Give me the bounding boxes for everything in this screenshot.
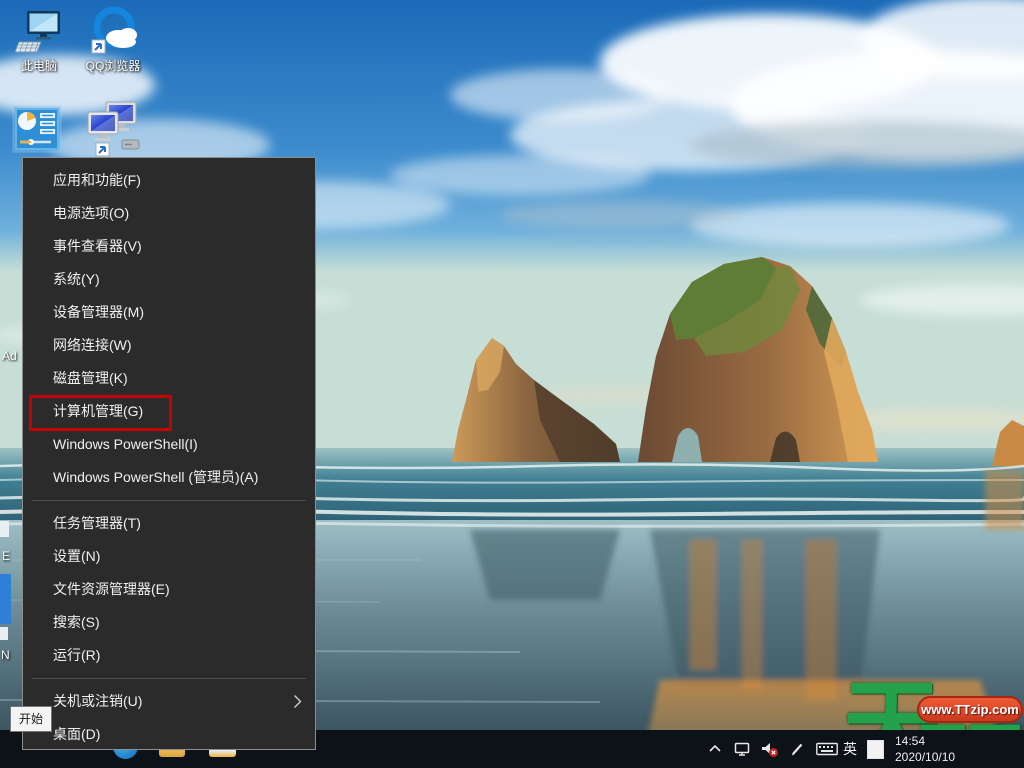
menu-item-device-manager[interactable]: 设备管理器(M) [23,296,315,329]
clock-date: 2020/10/10 [895,749,955,765]
chevron-up-icon[interactable] [707,741,723,757]
windows-ink-icon[interactable] [789,741,805,757]
computer-management-icon [11,104,63,154]
icon-label: 此电脑 [4,59,74,73]
menu-item-computer-management[interactable]: 计算机管理(G) [23,395,315,428]
menu-separator [23,494,315,507]
network-icon[interactable] [734,741,752,757]
partial-icon-label: Ad [2,349,17,363]
desktop-icon-qq-browser[interactable]: QQ浏览器 [78,4,148,73]
partial-icon [0,627,8,640]
taskbar-clock[interactable]: 14:54 2020/10/10 [895,733,955,765]
menu-item-network-connections[interactable]: 网络连接(W) [23,329,315,362]
volume-muted-icon[interactable] [761,741,779,758]
menu-item-event-viewer[interactable]: 事件查看器(V) [23,230,315,263]
network-computers-icon [80,100,142,158]
menu-item-search[interactable]: 搜索(S) [23,606,315,639]
partial-icon-label: N [1,648,10,662]
desktop-icon-this-pc[interactable]: 此电脑 [4,8,74,73]
partial-icon [0,521,9,537]
winx-context-menu: 应用和功能(F) 电源选项(O) 事件查看器(V) 系统(Y) 设备管理器(M)… [22,157,316,750]
menu-item-powershell[interactable]: Windows PowerShell(I) [23,428,315,461]
desktop-icon-computer-management[interactable] [2,104,72,154]
menu-item-powershell-admin[interactable]: Windows PowerShell (管理员)(A) [23,461,315,494]
menu-item-apps-features[interactable]: 应用和功能(F) [23,164,315,197]
menu-item-system[interactable]: 系统(Y) [23,263,315,296]
icon-label: QQ浏览器 [78,59,148,73]
ime-mode-icon[interactable] [867,740,884,759]
menu-separator [23,672,315,685]
submenu-chevron-icon [293,694,302,709]
desktop-icon-network-computers[interactable] [76,100,146,158]
menu-item-settings[interactable]: 设置(N) [23,540,315,573]
menu-item-desktop[interactable]: 桌面(D) [23,718,315,751]
partial-icon [0,574,11,624]
menu-item-run[interactable]: 运行(R) [23,639,315,672]
menu-item-task-manager[interactable]: 任务管理器(T) [23,507,315,540]
qq-browser-icon [85,4,141,56]
menu-item-disk-management[interactable]: 磁盘管理(K) [23,362,315,395]
menu-item-shutdown-signout[interactable]: 关机或注销(U) [23,685,315,718]
menu-item-file-explorer[interactable]: 文件资源管理器(E) [23,573,315,606]
menu-item-power-options[interactable]: 电源选项(O) [23,197,315,230]
partial-icon-label: E [2,549,10,563]
touch-keyboard-icon[interactable] [816,741,838,757]
this-pc-icon [15,8,63,56]
clock-time: 14:54 [895,733,955,749]
start-button-tooltip: 开始 [10,706,52,732]
ime-language-indicator[interactable]: 英 [843,741,857,757]
